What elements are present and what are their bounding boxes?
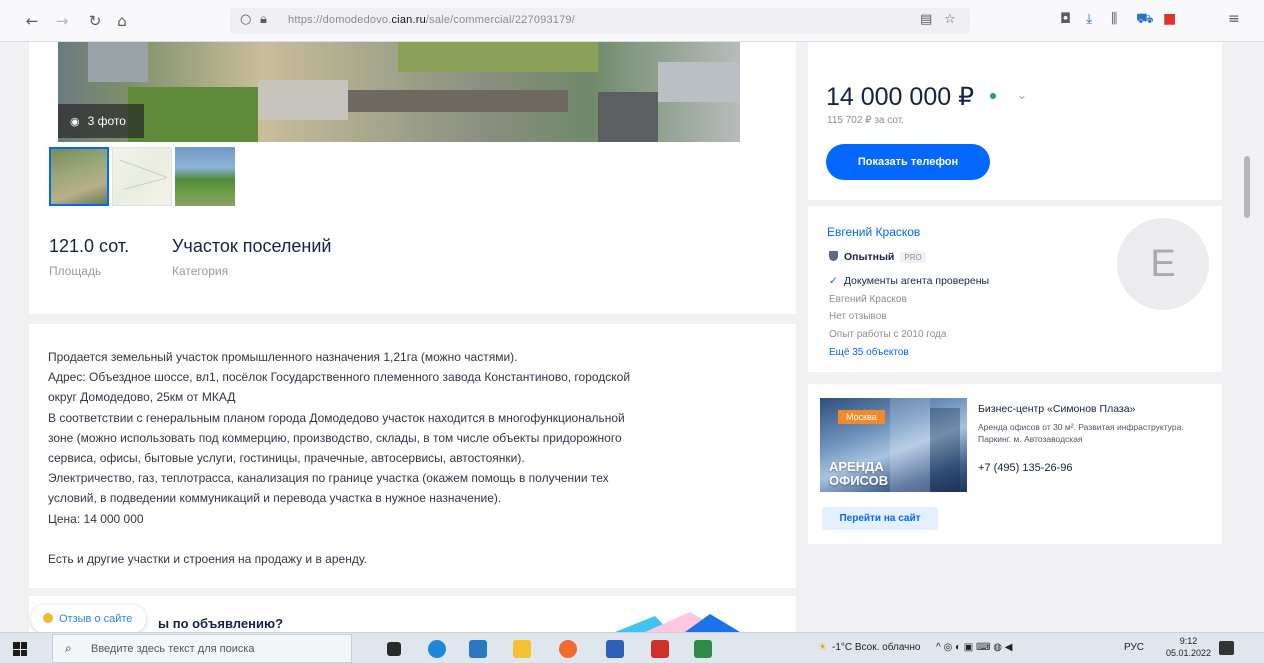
check-icon: ✓ — [829, 275, 838, 287]
ad-image-text: АРЕНДА ОФИСОВ — [829, 460, 888, 488]
extension-icon[interactable]: ■ — [1163, 11, 1176, 27]
language-indicator[interactable]: РУС — [1124, 642, 1144, 653]
search-placeholder: Введите здесь текст для поиска — [91, 643, 255, 655]
star-icon[interactable]: ☆ — [944, 12, 956, 27]
weather-icon[interactable]: ☀ — [818, 642, 827, 653]
area-value: 121.0 сот. — [49, 236, 130, 256]
menu-icon[interactable]: ≡ — [1228, 11, 1240, 27]
description-line: Продается земельный участок промышленног… — [48, 350, 518, 364]
price-per-unit: 115 702 ₽ за сот. — [827, 115, 904, 126]
cart-icon[interactable]: ⛟ — [1136, 11, 1154, 29]
shield-icon — [829, 251, 838, 261]
category-label: Категория — [172, 264, 229, 278]
avatar[interactable]: E — [1117, 218, 1209, 310]
agent-meta-reviews: Нет отзывов — [829, 311, 887, 322]
excel-icon[interactable] — [694, 640, 712, 658]
category-value: Участок поселений — [172, 236, 332, 256]
task-view-icon[interactable] — [387, 642, 401, 656]
shield-icon[interactable]: ○ — [240, 12, 251, 27]
photo-count-label: 3 фото — [87, 114, 126, 128]
description-line: сервиса, офисы, бытовые услуги, гостиниц… — [48, 451, 525, 466]
agent-status: Опытный PRO — [829, 251, 926, 263]
browser-toolbar: ← → ↻ ⌂ ○ 🔒︎ https://domodedovo.cian.ru/… — [0, 0, 1264, 42]
agent-verified-label: Документы агента проверены — [843, 275, 990, 287]
edge-icon[interactable] — [428, 640, 446, 658]
description-extra: Есть и другие участки и строения на прод… — [48, 551, 367, 566]
description-line: В соответствии с генеральным планом горо… — [48, 410, 625, 425]
lock-icon[interactable]: 🔒︎ — [260, 12, 267, 27]
url-text[interactable]: https://domodedovo.cian.ru/sale/commerci… — [288, 14, 575, 26]
reload-icon[interactable]: ↻ — [85, 11, 105, 31]
gallery-thumbnail[interactable] — [49, 147, 109, 206]
forward-icon[interactable]: → — [52, 11, 72, 31]
download-icon[interactable]: ⤓ — [1086, 11, 1092, 27]
gallery-thumbnail-map[interactable] — [112, 147, 172, 206]
description-text: Продается земельный участок промышленног… — [48, 347, 778, 569]
feedback-icon — [43, 613, 53, 623]
ad-description: Аренда офисов от 30 м². Развитая инфраст… — [978, 422, 1184, 444]
questions-title: ы по объявлению? — [158, 616, 284, 631]
decorative-shapes — [615, 612, 740, 632]
ad-phone[interactable]: +7 (495) 135-26-96 — [978, 462, 1072, 474]
camera-icon: ◉ — [70, 115, 80, 128]
feedback-label: Отзыв о сайте — [59, 613, 133, 625]
agent-status-label: Опытный — [844, 251, 895, 263]
taskbar-search-input[interactable]: ⌕ Введите здесь текст для поиска — [52, 634, 352, 663]
ad-title[interactable]: Бизнес-центр «Симонов Плаза» — [978, 403, 1135, 415]
price-trend-icon — [990, 93, 996, 99]
library-icon[interactable]: ⫼ — [1111, 11, 1117, 27]
agent-meta-name: Евгений Красков — [829, 294, 907, 305]
back-icon[interactable]: ← — [22, 11, 42, 31]
show-phone-button[interactable]: Показать телефон — [826, 144, 990, 180]
photo-count-badge[interactable]: ◉ 3 фото — [58, 104, 144, 138]
ad-image-text-line: АРЕНДА — [829, 459, 884, 474]
agent-verified: ✓ Документы агента проверены — [829, 275, 989, 287]
page-scrollbar[interactable] — [1242, 42, 1264, 632]
home-icon[interactable]: ⌂ — [112, 11, 132, 31]
description-line: Электричество, газ, теплотрасса, канализ… — [48, 471, 609, 486]
search-icon: ⌕ — [65, 641, 72, 655]
agent-name-link[interactable]: Евгений Красков — [827, 225, 920, 239]
agent-more-objects-link[interactable]: Ещё 35 объектов — [829, 347, 909, 358]
agent-meta-experience: Опыт работы с 2010 года — [829, 329, 947, 340]
chevron-down-icon[interactable]: ⌄ — [1017, 88, 1027, 102]
tray-icons[interactable]: ^ ◎ ◐ ▣ ⌨ ◍ ◀ — [936, 642, 1012, 653]
pro-badge: PRO — [900, 252, 926, 263]
description-line: Цена: 14 000 000 — [48, 511, 144, 526]
word-icon[interactable] — [606, 640, 624, 658]
clock[interactable]: 9:12 05.01.2022 — [1166, 635, 1211, 659]
main-photo[interactable] — [58, 42, 740, 142]
scrollbar-thumb[interactable] — [1244, 156, 1250, 218]
clock-time: 9:12 — [1179, 636, 1198, 646]
ad-image-text-line: ОФИСОВ — [829, 473, 889, 488]
clock-date: 05.01.2022 — [1166, 648, 1212, 658]
ad-location-tag: Москва — [838, 410, 885, 424]
description-line: условий, в подведении коммуникаций и пер… — [48, 491, 502, 506]
windows-start-icon[interactable] — [13, 642, 27, 656]
site-feedback-button[interactable]: Отзыв о сайте — [31, 605, 147, 633]
explorer-icon[interactable] — [513, 640, 531, 658]
ad-visit-site-button[interactable]: Перейти на сайт — [822, 507, 938, 530]
description-line: Адрес: Объездное шоссе, вл1, посёлок Гос… — [48, 370, 631, 385]
notification-icon[interactable] — [1219, 641, 1234, 655]
weather-text[interactable]: -1°C Всок. облачно — [832, 642, 920, 653]
description-line: округ Домодедово, 25км от МКАД — [48, 390, 236, 405]
description-line: зоне (можно использовать под коммерцию, … — [48, 430, 622, 445]
gallery-thumbnail[interactable] — [175, 147, 235, 206]
pocket-icon[interactable]: ◘ — [1060, 11, 1071, 27]
store-icon[interactable] — [469, 640, 487, 658]
pdf-icon[interactable] — [651, 640, 669, 658]
reader-icon[interactable]: ▤ — [920, 12, 932, 27]
area-label: Площадь — [49, 264, 102, 278]
address-bar[interactable]: ○ 🔒︎ https://domodedovo.cian.ru/sale/com… — [230, 8, 970, 34]
price-value: 14 000 000 ₽ — [826, 83, 974, 111]
os-taskbar: ⌕ Введите здесь текст для поиска ☀ -1°C … — [0, 632, 1264, 663]
firefox-icon[interactable] — [559, 640, 577, 658]
